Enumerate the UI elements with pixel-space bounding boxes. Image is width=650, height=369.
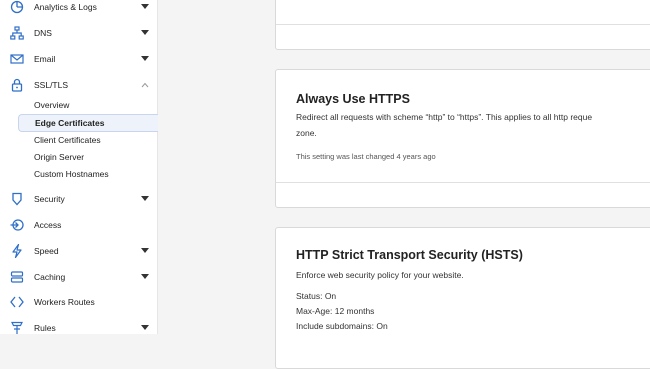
card-description: Enforce web security policy for your web… [296, 270, 464, 280]
card-description: zone. [296, 128, 317, 138]
hsts-card: HTTP Strict Transport Security (HSTS) En… [275, 227, 650, 369]
shield-icon [10, 192, 24, 206]
hsts-max-age: Max-Age: 12 months [296, 306, 375, 316]
last-changed-text: This setting was last changed 4 years ag… [296, 152, 436, 161]
sidebar-item-security[interactable]: Security [0, 187, 157, 211]
sidebar-subitem-client-certificates[interactable]: Client Certificates [18, 132, 157, 148]
settings-card [275, 0, 650, 50]
email-icon [10, 52, 24, 66]
sidebar-item-ssl-tls[interactable]: SSL/TLS [0, 73, 157, 97]
card-divider [276, 24, 650, 25]
chevron-down-icon [141, 3, 149, 11]
sidebar-item-speed[interactable]: Speed [0, 239, 157, 263]
card-description: Redirect all requests with scheme “http”… [296, 112, 593, 122]
access-icon [10, 218, 24, 232]
lightning-icon [10, 244, 24, 258]
always-use-https-card: Always Use HTTPS Redirect all requests w… [275, 69, 650, 208]
hsts-include-subdomains: Include subdomains: On [296, 321, 388, 331]
chevron-down-icon [141, 273, 149, 281]
sidebar-item-label: Access [34, 220, 62, 230]
sidebar-item-label: SSL/TLS [34, 80, 69, 90]
chevron-down-icon [141, 247, 149, 255]
sidebar-subitem-label: Overview [34, 100, 70, 110]
sidebar-item-label: Speed [34, 246, 59, 256]
sidebar-item-label: Caching [34, 272, 66, 282]
sidebar-subitem-label: Edge Certificates [35, 118, 105, 128]
workers-icon [10, 295, 24, 309]
sidebar-item-rules[interactable]: Rules [0, 316, 157, 340]
chevron-down-icon [141, 55, 149, 63]
hsts-status: Status: On [296, 291, 337, 301]
sidebar-subitem-edge-certificates[interactable]: Edge Certificates [18, 114, 158, 132]
sidebar-item-label: Workers Routes [34, 297, 95, 307]
sidebar-subitem-label: Custom Hostnames [34, 169, 109, 179]
sidebar: Analytics & Logs DNS Email SSL/TLS Overv… [0, 0, 158, 334]
rules-icon [10, 321, 24, 335]
sidebar-item-label: DNS [34, 28, 52, 38]
sidebar-item-label: Email [34, 54, 56, 64]
chevron-down-icon [141, 195, 149, 203]
sidebar-item-dns[interactable]: DNS [0, 21, 157, 45]
caching-icon [10, 270, 24, 284]
sidebar-subitem-label: Client Certificates [34, 135, 101, 145]
analytics-icon [10, 0, 24, 14]
sidebar-item-access[interactable]: Access [0, 213, 157, 237]
card-divider [276, 182, 650, 183]
sidebar-subitem-overview[interactable]: Overview [18, 97, 157, 113]
chevron-up-icon [141, 81, 149, 89]
dns-icon [10, 26, 24, 40]
card-title: Always Use HTTPS [296, 92, 410, 106]
sidebar-item-label: Analytics & Logs [34, 2, 97, 12]
sidebar-item-email[interactable]: Email [0, 47, 157, 71]
sidebar-subitem-custom-hostnames[interactable]: Custom Hostnames [18, 166, 157, 182]
sidebar-item-label: Rules [34, 323, 56, 333]
sidebar-subitem-label: Origin Server [34, 152, 85, 162]
chevron-down-icon [141, 324, 149, 332]
card-title: HTTP Strict Transport Security (HSTS) [296, 248, 523, 262]
lock-icon [10, 78, 24, 92]
chevron-down-icon [141, 29, 149, 37]
sidebar-item-analytics-logs[interactable]: Analytics & Logs [0, 0, 157, 19]
sidebar-item-workers-routes[interactable]: Workers Routes [0, 290, 157, 314]
sidebar-item-caching[interactable]: Caching [0, 265, 157, 289]
sidebar-item-label: Security [34, 194, 65, 204]
sidebar-subitem-origin-server[interactable]: Origin Server [18, 149, 157, 165]
